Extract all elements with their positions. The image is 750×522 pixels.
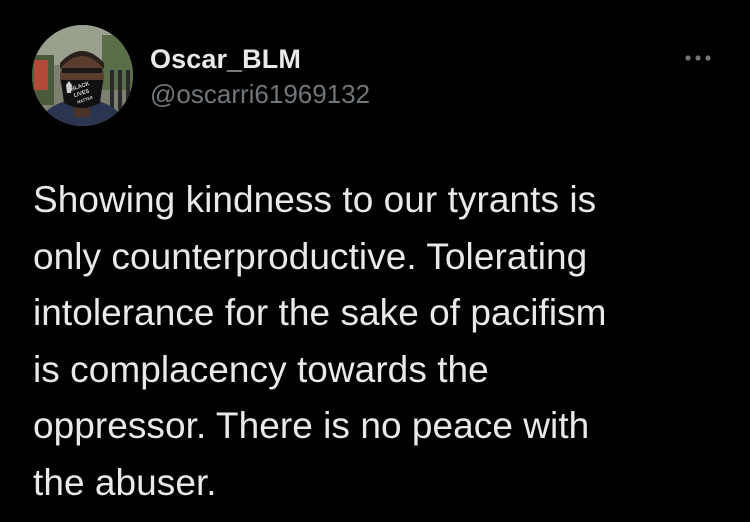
more-dots-icon [685, 55, 711, 61]
more-options-button[interactable] [678, 44, 718, 72]
avatar[interactable]: BLACK LIVES MATTER [32, 25, 133, 126]
profile-photo-icon: BLACK LIVES MATTER [32, 25, 133, 126]
author-handle[interactable]: @oscarri61969132 [150, 78, 370, 110]
tweet-card: BLACK LIVES MATTER Oscar_BLM @oscarri619… [0, 0, 750, 522]
tweet-text: Showing kindness to our tyrants is only … [33, 179, 607, 503]
author-info: Oscar_BLM @oscarri61969132 [150, 42, 370, 110]
author-display-name[interactable]: Oscar_BLM [150, 42, 370, 76]
